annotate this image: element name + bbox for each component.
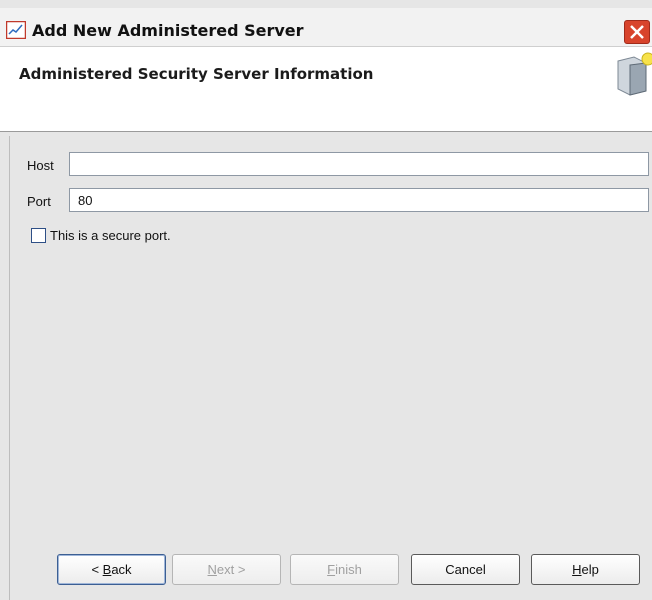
back-button-suffix: ack	[111, 562, 132, 577]
window-title: Add New Administered Server	[32, 21, 304, 40]
chart-app-icon	[5, 20, 27, 40]
port-label: Port	[27, 194, 51, 209]
help-button[interactable]: Help	[531, 554, 640, 585]
close-icon	[630, 25, 644, 39]
security-server-icon	[612, 51, 652, 97]
finish-button[interactable]: Finish	[290, 554, 399, 585]
host-input[interactable]	[69, 152, 649, 176]
cancel-button-label: Cancel	[445, 562, 486, 577]
back-button-prefix: <	[91, 562, 103, 577]
finish-button-suffix: inish	[335, 562, 362, 577]
port-input[interactable]	[69, 188, 649, 212]
page-title: Administered Security Server Information	[19, 65, 374, 83]
help-button-mnemonic: H	[572, 562, 582, 577]
wizard-header: Administered Security Server Information	[0, 47, 652, 132]
secure-port-checkbox[interactable]	[31, 228, 46, 243]
form-area: Host Port This is a secure port. < Back …	[9, 136, 652, 600]
next-button[interactable]: Next >	[172, 554, 281, 585]
cancel-button[interactable]: Cancel	[411, 554, 520, 585]
back-button[interactable]: < Back	[57, 554, 166, 585]
next-button-mnemonic: N	[207, 562, 217, 577]
host-label: Host	[27, 158, 54, 173]
title-bar: Add New Administered Server	[0, 8, 652, 47]
help-button-suffix: elp	[581, 562, 599, 577]
finish-button-mnemonic: F	[327, 562, 336, 577]
next-button-suffix: ext >	[216, 562, 246, 577]
secure-port-label: This is a secure port.	[50, 228, 171, 243]
close-button[interactable]	[624, 20, 650, 44]
add-server-dialog: Add New Administered Server Administered…	[0, 0, 652, 600]
